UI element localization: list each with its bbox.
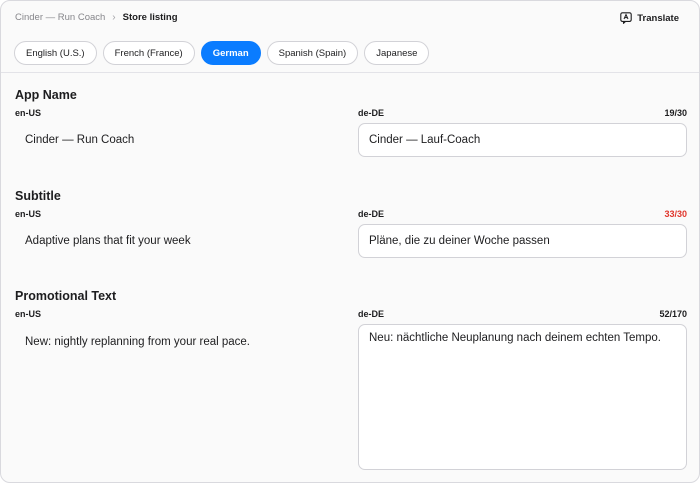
- breadcrumb: Cinder — Run Coach › Store listing: [15, 12, 178, 24]
- section-title: Subtitle: [15, 189, 61, 203]
- translate-icon: [620, 12, 633, 24]
- target-locale: de-DE: [358, 108, 385, 118]
- app-name-field[interactable]: [358, 123, 687, 157]
- subtitle-field[interactable]: [358, 224, 687, 258]
- breadcrumb-current: Store listing: [122, 12, 178, 23]
- tab-japanese[interactable]: Japanese: [364, 41, 430, 65]
- tab-french-france[interactable]: French (France): [102, 41, 195, 65]
- top-bar: Cinder — Run Coach › Store listing Trans…: [1, 1, 699, 73]
- source-locale: en-US: [15, 209, 42, 219]
- target-locale: de-DE: [358, 209, 385, 219]
- source-locale: en-US: [15, 108, 42, 118]
- character-counter: 52/170: [659, 309, 687, 319]
- app-name-section: App Name en-US de-DE 19/30 Cinder — Run …: [15, 88, 687, 160]
- source-locale: en-US: [15, 309, 42, 319]
- subtitle-section: Subtitle en-US de-DE 33/30 Adaptive plan…: [15, 189, 687, 261]
- target-locale: de-DE: [358, 309, 385, 319]
- section-title: Promotional Text: [15, 289, 117, 303]
- tab-english-us[interactable]: English (U.S.): [14, 41, 97, 65]
- chevron-right-icon: ›: [112, 12, 116, 23]
- character-counter-over-limit: 33/30: [664, 209, 687, 219]
- source-text: Adaptive plans that fit your week: [25, 235, 191, 247]
- breadcrumb-app[interactable]: Cinder — Run Coach: [15, 12, 105, 24]
- source-text: New: nightly replanning from your real p…: [25, 336, 251, 348]
- store-listing-window: Cinder — Run Coach › Store listing Trans…: [0, 0, 700, 483]
- translate-button[interactable]: Translate: [614, 7, 685, 29]
- translate-label: Translate: [637, 12, 679, 24]
- tab-german[interactable]: German: [200, 41, 261, 65]
- section-title: App Name: [15, 88, 77, 102]
- source-text: Cinder — Run Coach: [25, 134, 135, 146]
- promotional-text-section: Promotional Text en-US de-DE 52/170 New:…: [15, 289, 687, 473]
- promotional-text-field[interactable]: Neu: nächtliche Neuplanung nach deinem e…: [358, 324, 687, 470]
- character-counter: 19/30: [664, 108, 687, 118]
- language-tabs: English (U.S.) French (France) German Sp…: [14, 41, 430, 65]
- tab-spanish-spain[interactable]: Spanish (Spain): [266, 41, 359, 65]
